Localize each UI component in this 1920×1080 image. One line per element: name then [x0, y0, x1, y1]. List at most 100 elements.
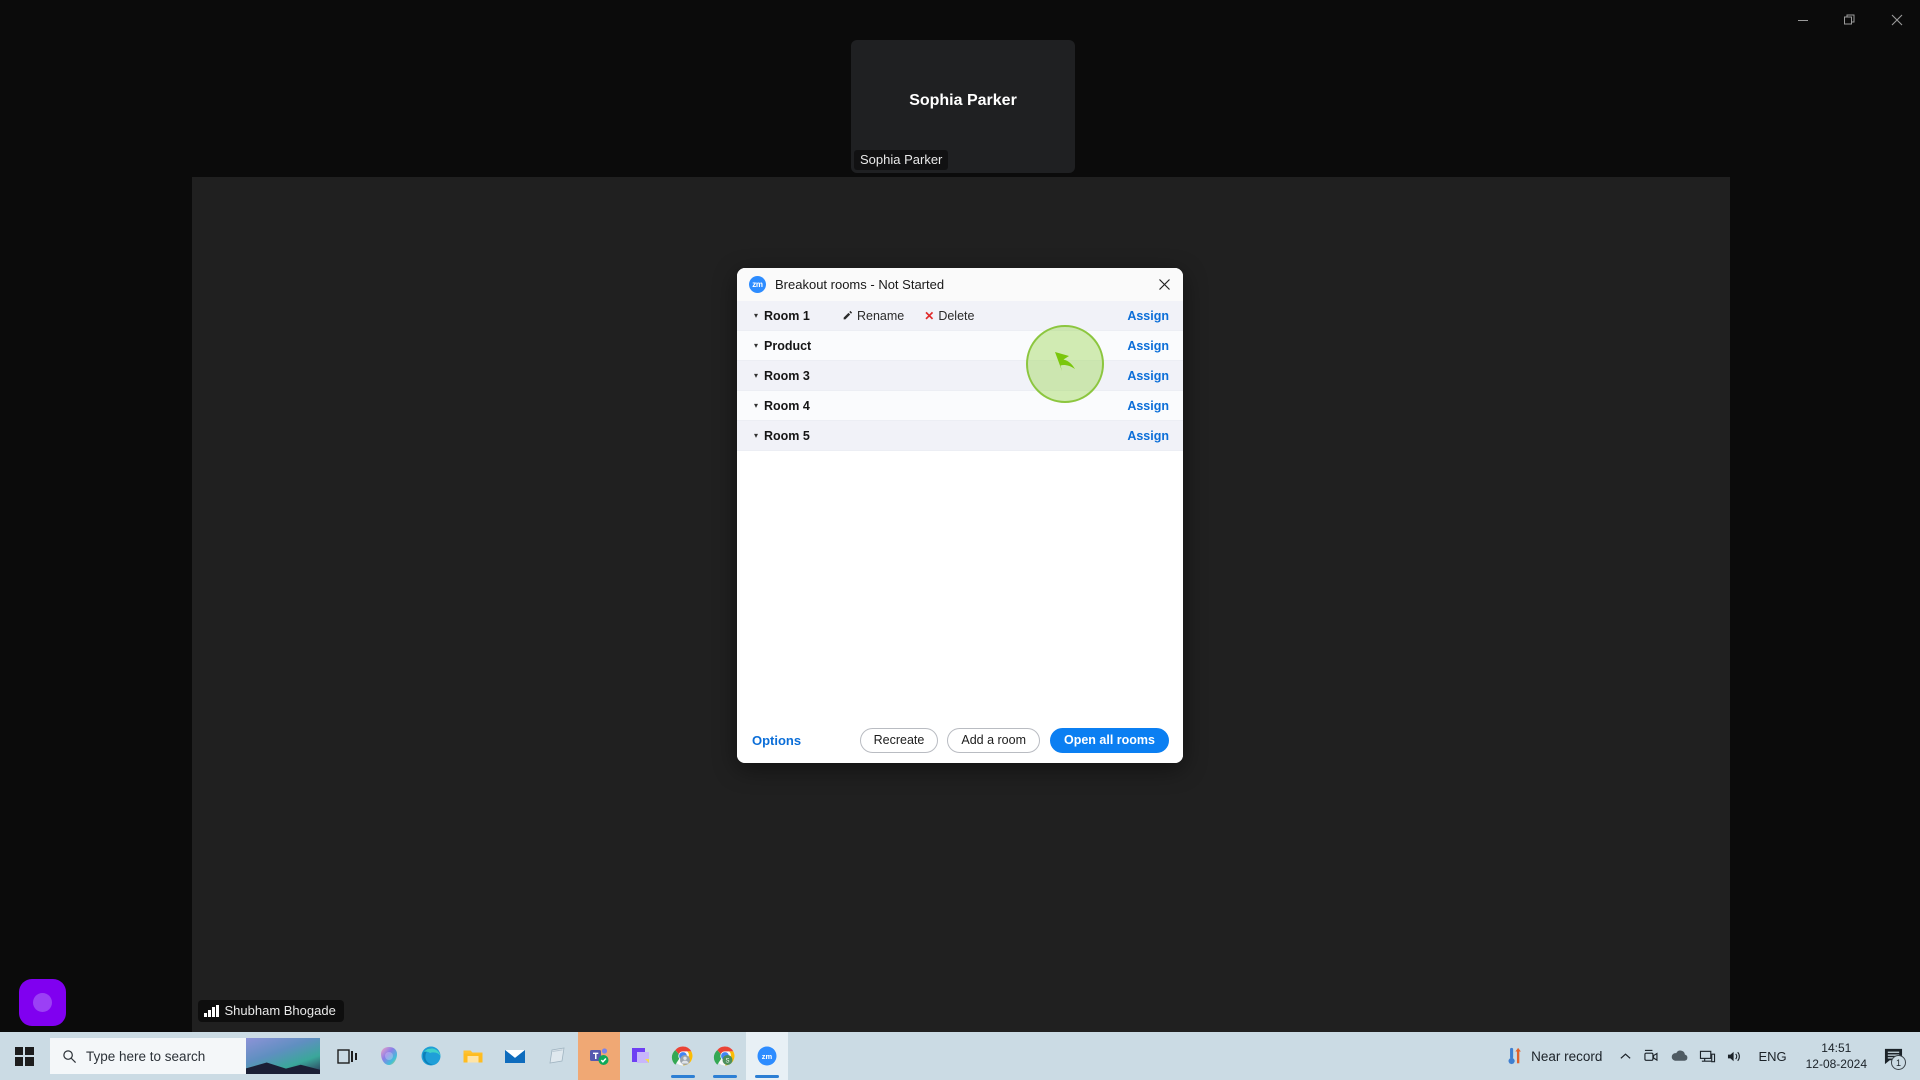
- taskbar-apps: S zm: [326, 1032, 788, 1080]
- show-hidden-icons-button[interactable]: [1612, 1032, 1638, 1080]
- taskbar-item-zoom[interactable]: zm: [746, 1032, 788, 1080]
- table-row[interactable]: ▾ Product Assign: [737, 331, 1183, 361]
- breakout-room-list: ▾ Room 1 Rename ✕ Delete Assign ▾ Produc…: [737, 301, 1183, 717]
- assign-button[interactable]: Assign: [1127, 399, 1169, 413]
- restore-button[interactable]: [1826, 0, 1873, 40]
- table-row[interactable]: ▾ Room 5 Assign: [737, 421, 1183, 451]
- chevron-down-icon[interactable]: ▾: [750, 371, 762, 380]
- room-name: Room 3: [764, 368, 810, 383]
- clipchamp-icon: [632, 1048, 649, 1063]
- breakout-rooms-dialog: zm Breakout rooms - Not Started ▾ Room 1…: [737, 268, 1183, 763]
- assign-button[interactable]: Assign: [1127, 309, 1169, 323]
- onedrive-button[interactable]: [1665, 1032, 1694, 1080]
- network-icon: [1700, 1050, 1716, 1062]
- edge-icon: [421, 1046, 441, 1066]
- table-row[interactable]: ▾ Room 4 Assign: [737, 391, 1183, 421]
- dialog-title-text: Breakout rooms - Not Started: [775, 277, 945, 292]
- zoom-logo-icon: zm: [749, 276, 766, 293]
- clock-time: 14:51: [1821, 1040, 1852, 1055]
- windows-start-icon: [14, 1046, 34, 1066]
- search-thumbnail: [246, 1038, 320, 1074]
- room-name: Product: [764, 338, 812, 353]
- language-indicator[interactable]: ENG: [1749, 1049, 1795, 1064]
- participant-video-tile[interactable]: Sophia Parker Sophia Parker: [851, 40, 1075, 173]
- network-button[interactable]: [1694, 1032, 1721, 1080]
- delete-label: Delete: [938, 308, 975, 323]
- notification-center-button[interactable]: 1: [1877, 1032, 1914, 1080]
- mail-icon: [505, 1050, 525, 1063]
- signal-bars-icon: [204, 1004, 219, 1017]
- taskbar-item-chrome-profile-1[interactable]: [662, 1032, 704, 1080]
- chrome-icon: [671, 1046, 693, 1066]
- thermometer-icon: [1508, 1047, 1522, 1065]
- chrome-icon: S: [713, 1046, 735, 1066]
- taskbar-item-teams[interactable]: [578, 1032, 620, 1080]
- taskbar-item-chrome-profile-2[interactable]: S: [704, 1032, 746, 1080]
- open-all-rooms-button[interactable]: Open all rooms: [1050, 727, 1169, 753]
- recording-indicator[interactable]: [19, 979, 66, 1026]
- svg-text:zm: zm: [762, 1052, 773, 1061]
- participant-name-badge: Sophia Parker: [854, 150, 949, 170]
- chevron-down-icon[interactable]: ▾: [750, 431, 762, 440]
- add-a-room-button[interactable]: Add a room: [947, 727, 1040, 753]
- taskbar-item-clipchamp[interactable]: [620, 1032, 662, 1080]
- camera-icon: [1644, 1049, 1658, 1061]
- recording-dot-icon: [33, 993, 52, 1012]
- close-button[interactable]: [1873, 0, 1920, 40]
- taskbar: Type here to search S zm Near record ENG…: [0, 1032, 1920, 1080]
- taskbar-item-mail[interactable]: [494, 1032, 536, 1080]
- dialog-close-button[interactable]: [1151, 272, 1177, 296]
- assign-button[interactable]: Assign: [1127, 429, 1169, 443]
- window-controls: [1779, 0, 1920, 40]
- search-input[interactable]: Type here to search: [50, 1038, 320, 1074]
- weather-widget[interactable]: Near record: [1501, 1032, 1612, 1080]
- table-row[interactable]: ▾ Room 3 Assign: [737, 361, 1183, 391]
- running-indicator: [713, 1075, 737, 1078]
- volume-icon: [1728, 1051, 1741, 1061]
- zoom-meeting-window: Sophia Parker Sophia Parker Shubham Bhog…: [0, 0, 1920, 1032]
- chevron-down-icon[interactable]: ▾: [750, 401, 762, 410]
- system-tray: Near record ENG 14:51 12-08-2024 1: [1501, 1032, 1920, 1080]
- taskbar-item-task-view[interactable]: [326, 1032, 368, 1080]
- taskbar-item-edge[interactable]: [410, 1032, 452, 1080]
- search-placeholder: Type here to search: [86, 1048, 206, 1064]
- delete-button[interactable]: ✕ Delete: [924, 309, 974, 323]
- dialog-title-bar: zm Breakout rooms - Not Started: [737, 268, 1183, 301]
- file-explorer-icon: [463, 1050, 483, 1063]
- notification-count-badge: 1: [1891, 1055, 1906, 1070]
- volume-button[interactable]: [1721, 1032, 1749, 1080]
- weather-label: Near record: [1531, 1048, 1603, 1064]
- room-name: Room 5: [764, 428, 810, 443]
- chevron-down-icon[interactable]: ▾: [750, 341, 762, 350]
- sticky-notes-icon: [549, 1047, 565, 1064]
- self-name: Shubham Bhogade: [224, 1003, 336, 1018]
- room-name: Room 4: [764, 398, 810, 413]
- room-name: Room 1: [764, 308, 810, 323]
- participant-name: Sophia Parker: [909, 92, 1017, 109]
- taskbar-item-sticky-notes[interactable]: [536, 1032, 578, 1080]
- search-icon: [63, 1049, 77, 1063]
- teams-icon: [590, 1048, 609, 1065]
- rename-button[interactable]: Rename: [842, 309, 904, 323]
- recreate-button[interactable]: Recreate: [859, 727, 939, 753]
- close-icon: ✕: [924, 308, 935, 323]
- taskbar-item-copilot[interactable]: [368, 1032, 410, 1080]
- cloud-icon: [1672, 1050, 1688, 1061]
- chevron-down-icon[interactable]: ▾: [750, 311, 762, 320]
- taskbar-item-file-explorer[interactable]: [452, 1032, 494, 1080]
- start-button[interactable]: [0, 1032, 48, 1080]
- rename-label: Rename: [857, 308, 905, 323]
- options-button[interactable]: Options: [752, 733, 801, 748]
- task-view-icon: [337, 1049, 357, 1064]
- zoom-icon: zm: [757, 1046, 777, 1066]
- table-row[interactable]: ▾ Room 1 Rename ✕ Delete Assign: [737, 301, 1183, 331]
- camera-status-button[interactable]: [1638, 1032, 1665, 1080]
- cursor-highlight-annotation: [1026, 325, 1104, 403]
- clock[interactable]: 14:51 12-08-2024: [1796, 1032, 1877, 1080]
- assign-button[interactable]: Assign: [1127, 369, 1169, 383]
- copilot-icon: [381, 1047, 397, 1065]
- minimize-button[interactable]: [1779, 0, 1826, 40]
- self-video-label: Shubham Bhogade: [198, 1000, 344, 1022]
- chevron-up-icon: [1620, 1052, 1631, 1059]
- assign-button[interactable]: Assign: [1127, 339, 1169, 353]
